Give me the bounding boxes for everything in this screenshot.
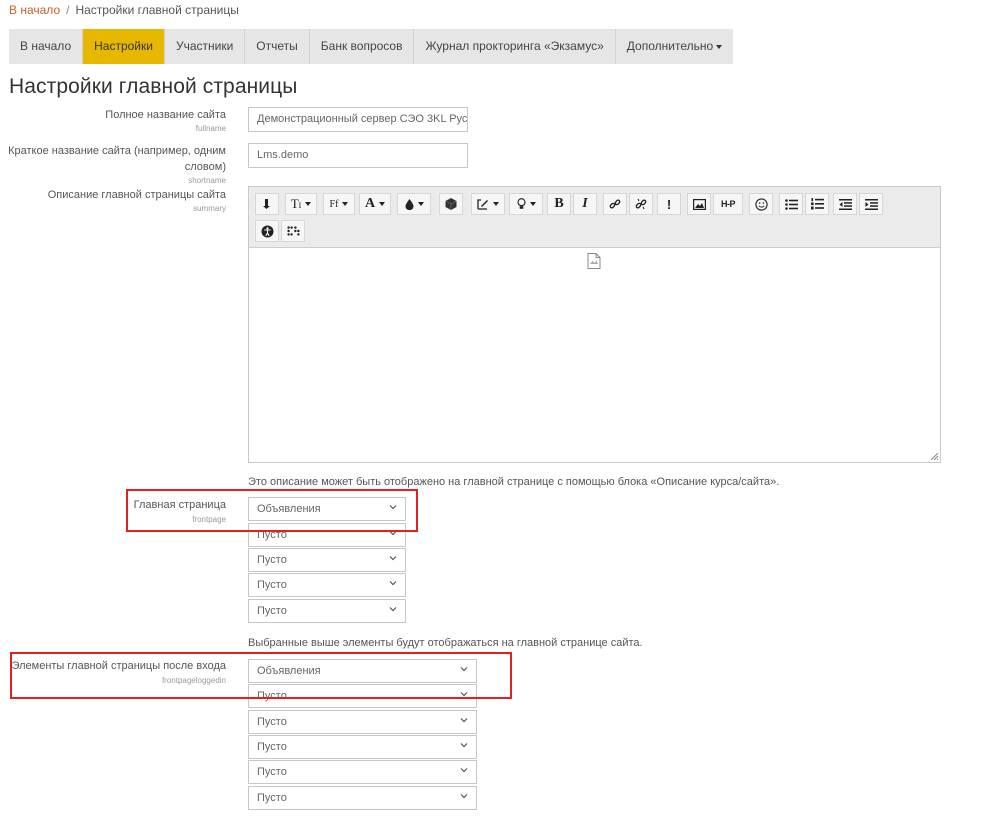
chevron-down-icon <box>716 44 723 49</box>
nav-tabs: В начало Настройки Участники Отчеты Банк… <box>9 29 734 64</box>
breadcrumb-home-link[interactable]: В начало <box>9 3 60 17</box>
shortname-label-line2: словом) <box>184 161 226 173</box>
bold-icon[interactable]: B <box>547 193 571 215</box>
frontpageloggedin-select-5[interactable]: Пусто <box>248 760 477 784</box>
image-icon[interactable] <box>687 193 711 215</box>
tab-question-bank[interactable]: Банк вопросов <box>310 29 415 64</box>
highlight-box-frontpage <box>126 489 418 532</box>
frontpageloggedin-select-4[interactable]: Пусто <box>248 735 477 759</box>
resize-grip-icon[interactable] <box>929 451 939 461</box>
emoticon-icon[interactable] <box>749 193 773 215</box>
frontpageloggedin-select-6[interactable]: Пусто <box>248 786 477 810</box>
summary-help-text: Это описание может быть отображено на гл… <box>248 476 780 488</box>
shortname-label-line1: Краткое название сайта (например, одним <box>8 145 226 157</box>
fullname-key: fullname <box>195 124 226 133</box>
frontpage-select-4[interactable]: Пусто <box>248 573 406 597</box>
editor-content-area[interactable] <box>249 249 940 462</box>
tab-proctoring-log[interactable]: Журнал прокторинга «Экзамус» <box>414 29 616 64</box>
italic-icon[interactable]: I <box>573 193 597 215</box>
exclamation-icon[interactable]: ! <box>657 193 681 215</box>
highlight-box-frontpageloggedin <box>10 652 512 699</box>
frontpage-help-text: Выбранные выше элементы будут отображать… <box>248 637 643 649</box>
font-family-icon[interactable]: Ff <box>323 193 355 215</box>
editor-toolbar: TI Ff A B I ! H-P <box>249 187 940 248</box>
cube-icon[interactable] <box>439 193 463 215</box>
fullname-label: Полное название сайта <box>105 109 226 121</box>
tab-reports[interactable]: Отчеты <box>245 29 310 64</box>
text-style-icon[interactable]: TI <box>285 193 317 215</box>
bulb-icon[interactable] <box>509 193 543 215</box>
font-color-icon[interactable]: A <box>359 193 391 215</box>
tab-participants[interactable]: Участники <box>165 29 246 64</box>
summary-label: Описание главной страницы сайта <box>47 189 226 201</box>
summary-editor: TI Ff A B I ! H-P <box>248 186 941 463</box>
breadcrumb-separator: / <box>66 3 70 17</box>
link-icon[interactable] <box>603 193 627 215</box>
tab-home[interactable]: В начало <box>9 29 84 64</box>
h5p-icon[interactable]: H-P <box>713 193 743 215</box>
tab-more[interactable]: Дополнительно <box>616 29 733 64</box>
tab-settings[interactable]: Настройки <box>83 29 165 64</box>
summary-key: summary <box>193 204 226 213</box>
bullet-list-icon[interactable] <box>779 193 803 215</box>
draw-icon[interactable] <box>471 193 505 215</box>
breadcrumb: В начало / Настройки главной страницы <box>9 3 239 17</box>
fullname-input[interactable]: Демонстрационный сервер СЭО 3KL Рус <box>248 107 468 132</box>
indent-icon[interactable] <box>859 193 883 215</box>
fill-color-icon[interactable] <box>397 193 431 215</box>
accessibility-icon[interactable] <box>255 220 279 242</box>
frontpage-select-3[interactable]: Пусто <box>248 548 406 572</box>
frontpage-select-5[interactable]: Пусто <box>248 599 406 623</box>
shortname-input[interactable]: Lms.demo <box>248 143 468 168</box>
numbered-list-icon[interactable] <box>805 193 829 215</box>
outdent-icon[interactable] <box>833 193 857 215</box>
frontpageloggedin-select-3[interactable]: Пусто <box>248 710 477 734</box>
unlink-icon[interactable] <box>629 193 653 215</box>
screenreader-icon[interactable] <box>281 220 305 242</box>
shortname-key: shortname <box>188 176 226 185</box>
page-title: Настройки главной страницы <box>9 75 298 98</box>
broken-image-icon <box>587 253 601 269</box>
breadcrumb-current: Настройки главной страницы <box>75 3 239 17</box>
insert-icon[interactable] <box>255 193 279 215</box>
